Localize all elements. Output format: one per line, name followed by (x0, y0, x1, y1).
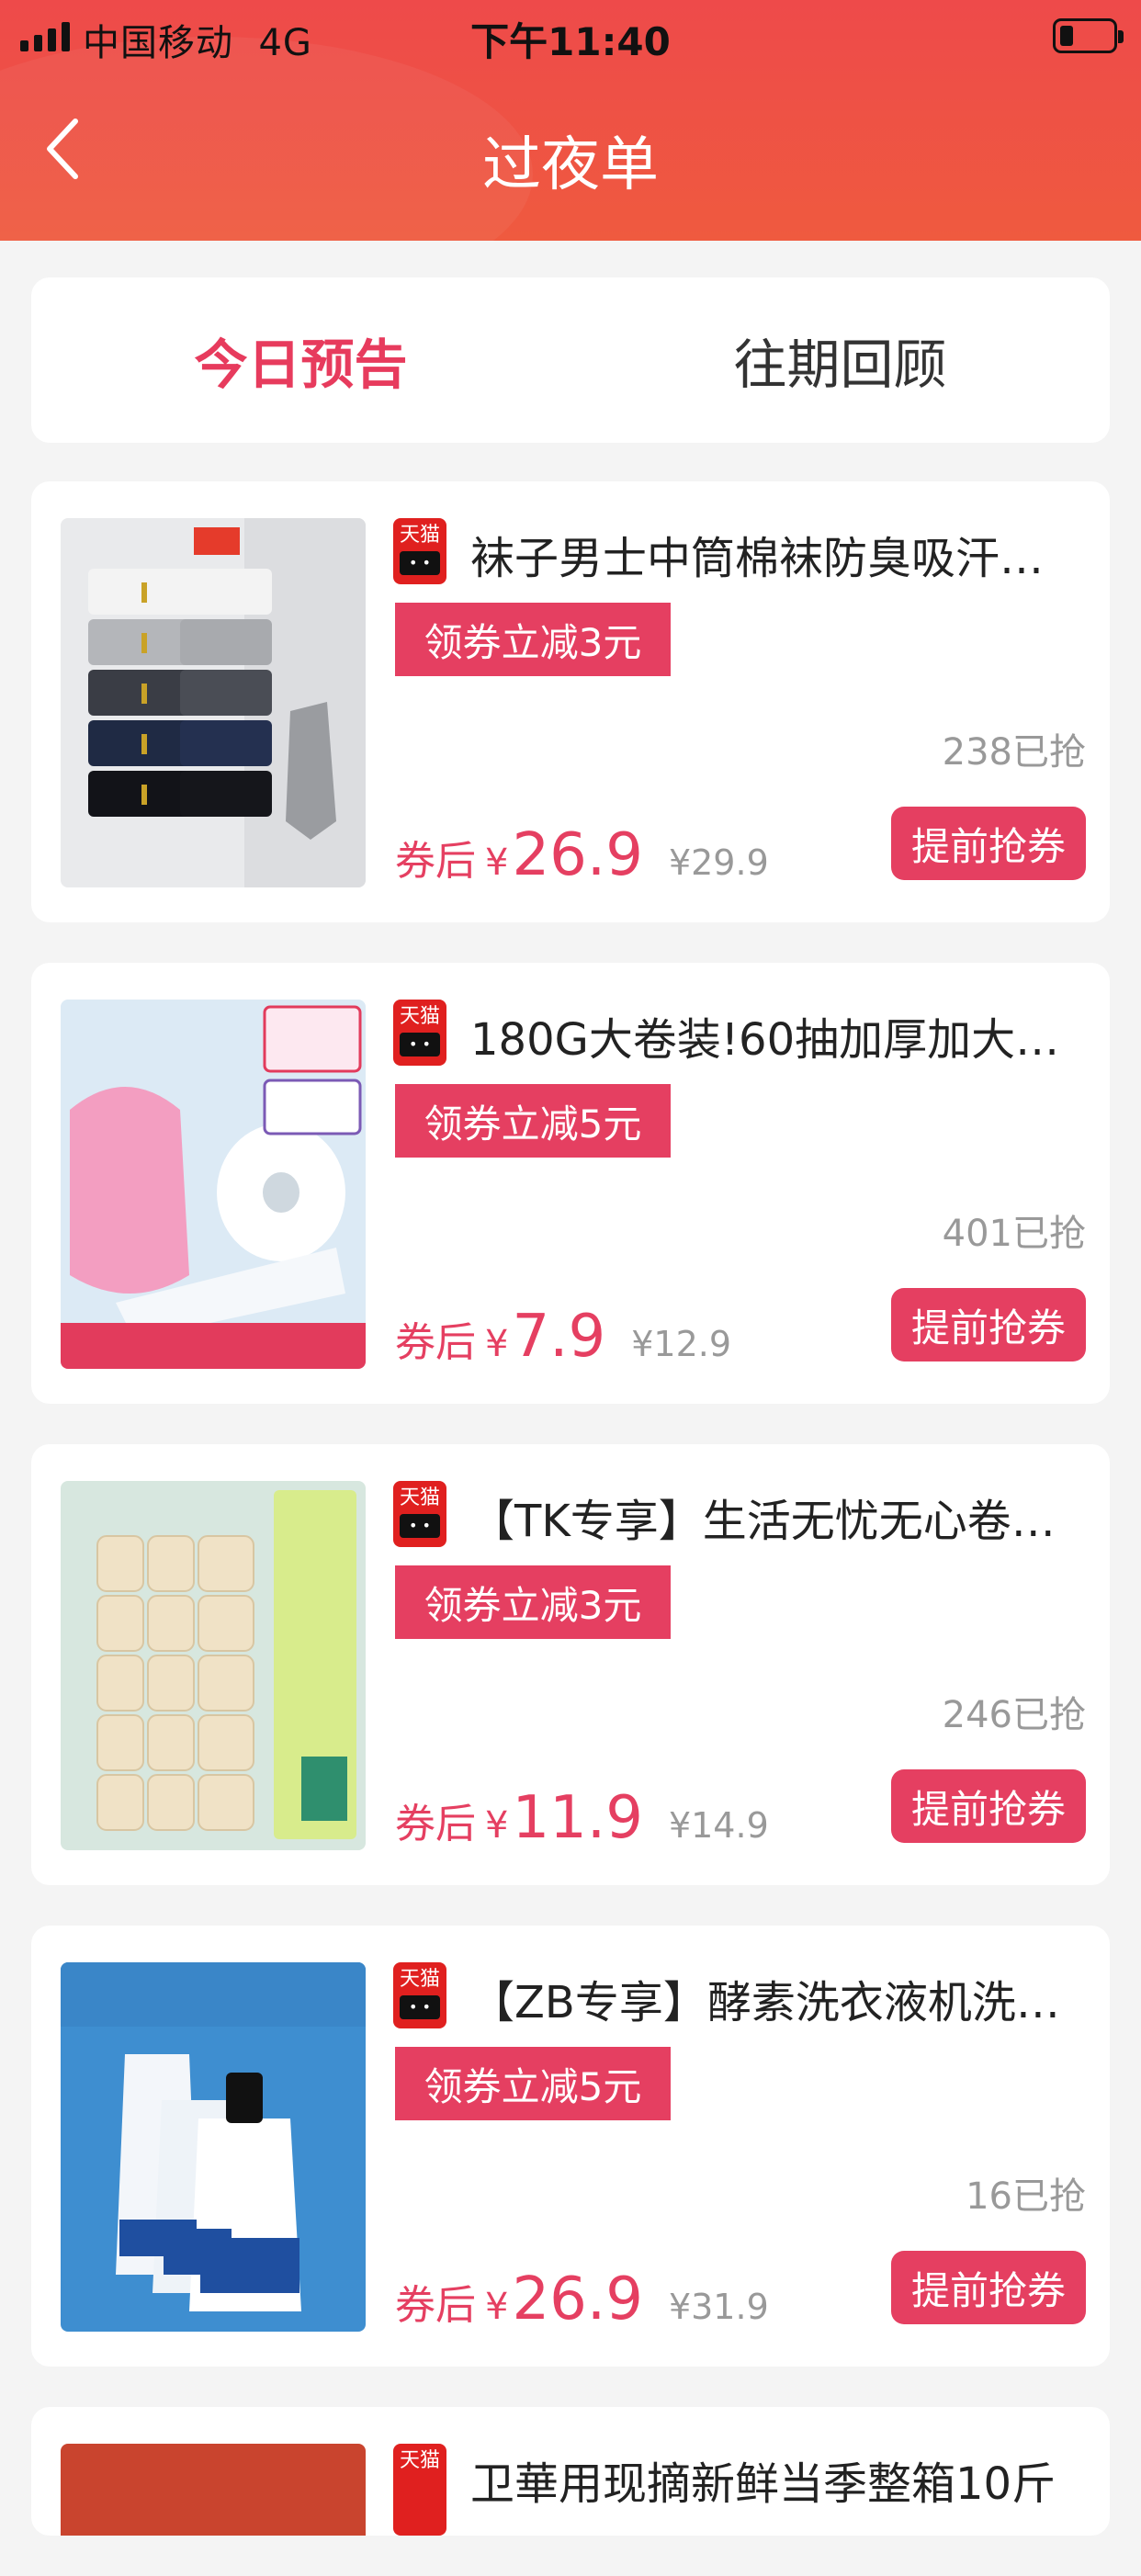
tmall-badge: 天猫 • • (393, 1962, 446, 2028)
product-image-tissue[interactable] (61, 1000, 366, 1369)
product-card[interactable]: 天猫 • • 袜子男士中筒棉袜防臭吸汗短… 领券立减3元 238已抢 券后 ¥ 2… (31, 481, 1110, 922)
product-list: 天猫 • • 袜子男士中筒棉袜防臭吸汗短… 领券立减3元 238已抢 券后 ¥ 2… (31, 481, 1110, 2576)
coupon-badge: 领券立减3元 (395, 603, 671, 676)
tmall-badge: 天猫 • • (393, 1481, 446, 1547)
sold-count: 238已抢 (942, 731, 1086, 774)
price-row: 券后 ¥ 26.9 ¥29.9 (395, 821, 769, 889)
tmall-badge: 天猫 • • (393, 1000, 446, 1066)
original-price: ¥31.9 (668, 2287, 769, 2327)
sold-count: 246已抢 (942, 1694, 1086, 1736)
product-card[interactable]: 天猫 卫華用现摘新鲜当季整箱10斤 (31, 2407, 1110, 2536)
tab-today-preview[interactable]: 今日预告 (31, 277, 570, 443)
tmall-badge: 天猫 • • (393, 518, 446, 584)
price-label: 券后 (395, 2282, 476, 2329)
product-title[interactable]: 180G大卷装!60抽加厚加大一… (470, 1003, 1086, 1068)
sold-count: 16已抢 (966, 2175, 1086, 2218)
tmall-badge: 天猫 (393, 2444, 446, 2536)
currency-symbol: ¥ (485, 842, 509, 884)
tmall-logo-icon: • • (400, 1514, 440, 1538)
coupon-price: 7.9 (512, 1303, 606, 1371)
product-image-laundry-detergent[interactable] (61, 1962, 366, 2332)
tab-past-review[interactable]: 往期回顾 (570, 277, 1110, 443)
tmall-logo-icon: • • (400, 1033, 440, 1056)
price-label: 券后 (395, 1319, 476, 1366)
price-row: 券后 ¥ 7.9 ¥12.9 (395, 1303, 731, 1371)
coupon-badge: 领券立减5元 (395, 1084, 671, 1158)
product-title[interactable]: 卫華用现摘新鲜当季整箱10斤 (470, 2447, 1086, 2512)
nav-bar: 过夜单 (0, 77, 1141, 239)
product-card[interactable]: 天猫 • • 【TK专享】生活无忧无心卷… 领券立减3元 246已抢 券后 ¥ 1… (31, 1444, 1110, 1885)
product-card[interactable]: 天猫 • • 【ZB专享】酵素洗衣液机洗… 领券立减5元 16已抢 券后 ¥ 26… (31, 1926, 1110, 2367)
product-title[interactable]: 【ZB专享】酵素洗衣液机洗… (470, 1966, 1086, 2030)
product-image-toilet-roll[interactable] (61, 1481, 366, 1850)
tmall-logo-icon: • • (400, 1995, 440, 2019)
original-price: ¥14.9 (668, 1805, 769, 1846)
original-price: ¥29.9 (668, 842, 769, 883)
price-row: 券后 ¥ 11.9 ¥14.9 (395, 1784, 769, 1852)
battery-icon (1053, 18, 1124, 53)
header: 中国移动 4G 下午11:40 过夜单 (0, 0, 1141, 241)
price-label: 券后 (395, 1801, 476, 1847)
tab-bar: 今日预告 往期回顾 (31, 277, 1110, 443)
status-bar: 中国移动 4G 下午11:40 (0, 0, 1141, 77)
coupon-price: 26.9 (512, 821, 643, 889)
product-image-socks[interactable] (61, 518, 366, 887)
tmall-logo-icon: • • (400, 551, 440, 575)
coupon-badge: 领券立减5元 (395, 2047, 671, 2120)
product-card[interactable]: 天猫 • • 180G大卷装!60抽加厚加大一… 领券立减5元 401已抢 券后 … (31, 963, 1110, 1404)
price-label: 券后 (395, 838, 476, 885)
sold-count: 401已抢 (942, 1213, 1086, 1255)
coupon-price: 26.9 (512, 2265, 643, 2333)
product-title[interactable]: 袜子男士中筒棉袜防臭吸汗短… (470, 522, 1086, 586)
page-title: 过夜单 (482, 131, 659, 199)
currency-symbol: ¥ (485, 1323, 509, 1365)
grab-coupon-button[interactable]: 提前抢券 (891, 1288, 1086, 1361)
grab-coupon-button[interactable]: 提前抢券 (891, 1769, 1086, 1843)
clock: 下午11:40 (470, 19, 671, 64)
grab-coupon-button[interactable]: 提前抢券 (891, 2251, 1086, 2324)
grab-coupon-button[interactable]: 提前抢券 (891, 807, 1086, 880)
price-row: 券后 ¥ 26.9 ¥31.9 (395, 2265, 769, 2333)
product-title[interactable]: 【TK专享】生活无忧无心卷… (470, 1485, 1086, 1549)
original-price: ¥12.9 (631, 1324, 732, 1364)
coupon-badge: 领券立减3元 (395, 1565, 671, 1639)
coupon-price: 11.9 (512, 1784, 643, 1852)
product-image-apple[interactable] (61, 2444, 366, 2536)
currency-symbol: ¥ (485, 1804, 509, 1847)
currency-symbol: ¥ (485, 2286, 509, 2328)
